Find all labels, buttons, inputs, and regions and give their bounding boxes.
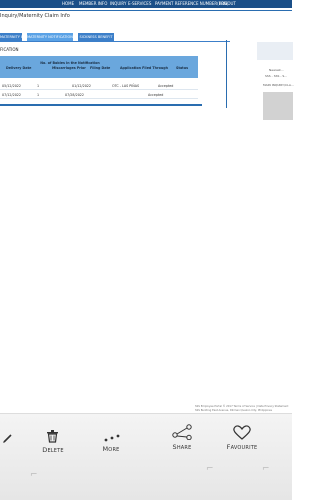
cell-no-of-babies: 1: [37, 93, 40, 97]
cell-no-of-babies: 1: [37, 84, 40, 88]
header-filing-date: Filing Date: [90, 66, 111, 70]
heart-icon: [233, 425, 251, 440]
tab-maternity-notification[interactable]: MATERNITY NOTIFICATION: [27, 33, 73, 41]
header-miscarriages: Miscarriages Prior: [52, 66, 86, 70]
cell-status: Accepted: [158, 84, 174, 88]
delete-label: Delete: [42, 446, 64, 454]
nav-home[interactable]: HOME: [62, 1, 74, 6]
cell-filing-date: 01/12/2022: [72, 84, 92, 88]
nav-inquiry[interactable]: INQUIRY: [110, 1, 126, 6]
cell-status: Accepted: [148, 93, 164, 97]
nav-member-info[interactable]: MEMBER INFO: [79, 1, 107, 6]
header-application-filed-through: Application Filed Through: [120, 66, 168, 70]
cell-delivery-date: 05/12/2022: [2, 84, 22, 88]
table-bottom-border: [0, 104, 202, 106]
header-status: Status: [176, 66, 189, 70]
side-panel-line: MAIN INQUIRY/CLA...: [263, 83, 294, 87]
table-row: 07/12/2022 1 07/28/2022 Accepted: [0, 90, 198, 99]
side-panel-image-placeholder: [263, 92, 293, 120]
ghost-icon: ⌐: [206, 464, 214, 474]
ghost-icon: ⌐: [262, 464, 270, 474]
action-sheet: Delete More Share Favourite ⌐ ⌐ ⌐: [0, 413, 292, 500]
cell-application-filed-through: OTC - LAS PIÑAS: [112, 84, 140, 88]
share-label: Share: [172, 443, 192, 451]
side-panel-line: Nearest...: [269, 68, 284, 72]
nav-e-services[interactable]: E-SERVICES: [128, 1, 151, 6]
table-header: Delivery Date No. of Babies in the Notif…: [0, 56, 198, 78]
share-icon: [172, 424, 192, 440]
trash-icon: [47, 430, 58, 443]
pencil-icon: [3, 434, 12, 443]
page-title: Inquiry/Maternity Claim Info: [0, 13, 70, 19]
favourite-button[interactable]: Favourite: [220, 424, 264, 451]
header-delivery-date: Delivery Date: [6, 66, 32, 70]
more-label: More: [102, 445, 120, 453]
tab-sickness-benefit[interactable]: SICKNESS BENEFIT: [78, 33, 114, 41]
footer-line-1: SSS Employee Portal © 2017 Terms of Serv…: [195, 405, 289, 408]
delete-button[interactable]: Delete: [38, 429, 68, 454]
nav-prn[interactable]: PAYMENT REFERENCE NUMBER(PRN): [155, 1, 228, 6]
header-no-of-babies: No. of Babies in the Notification: [40, 61, 100, 65]
share-button[interactable]: Share: [166, 424, 198, 451]
header-divider: [0, 10, 292, 11]
top-navigation: HOME MEMBER INFO INQUIRY E-SERVICES PAYM…: [0, 0, 292, 8]
ghost-icon: ⌐: [30, 470, 38, 480]
tab-underline: [0, 41, 230, 42]
section-title: FICATION: [0, 47, 19, 52]
more-button[interactable]: More: [96, 432, 126, 453]
more-dots-icon: [104, 434, 120, 442]
table-row: 05/12/2022 1 01/12/2022 OTC - LAS PIÑAS …: [0, 81, 198, 90]
tab-maternity-benefit[interactable]: MATERNITY BENEFIT: [0, 33, 36, 41]
favourite-label: Favourite: [226, 443, 258, 451]
cell-delivery-date: 07/12/2022: [2, 93, 22, 97]
nav-logout[interactable]: LOGOUT: [219, 1, 236, 6]
footer-line-2: SSS Building East Avenue, Diliman Quezon…: [195, 409, 272, 412]
cell-filing-date: 07/28/2022: [65, 93, 85, 97]
side-panel: Nearest... SSS - SSS - S... MAIN INQUIRY…: [226, 40, 294, 120]
side-panel-header: [257, 42, 293, 60]
side-panel-line: SSS - SSS - S...: [265, 74, 288, 78]
edit-button[interactable]: [0, 432, 18, 447]
